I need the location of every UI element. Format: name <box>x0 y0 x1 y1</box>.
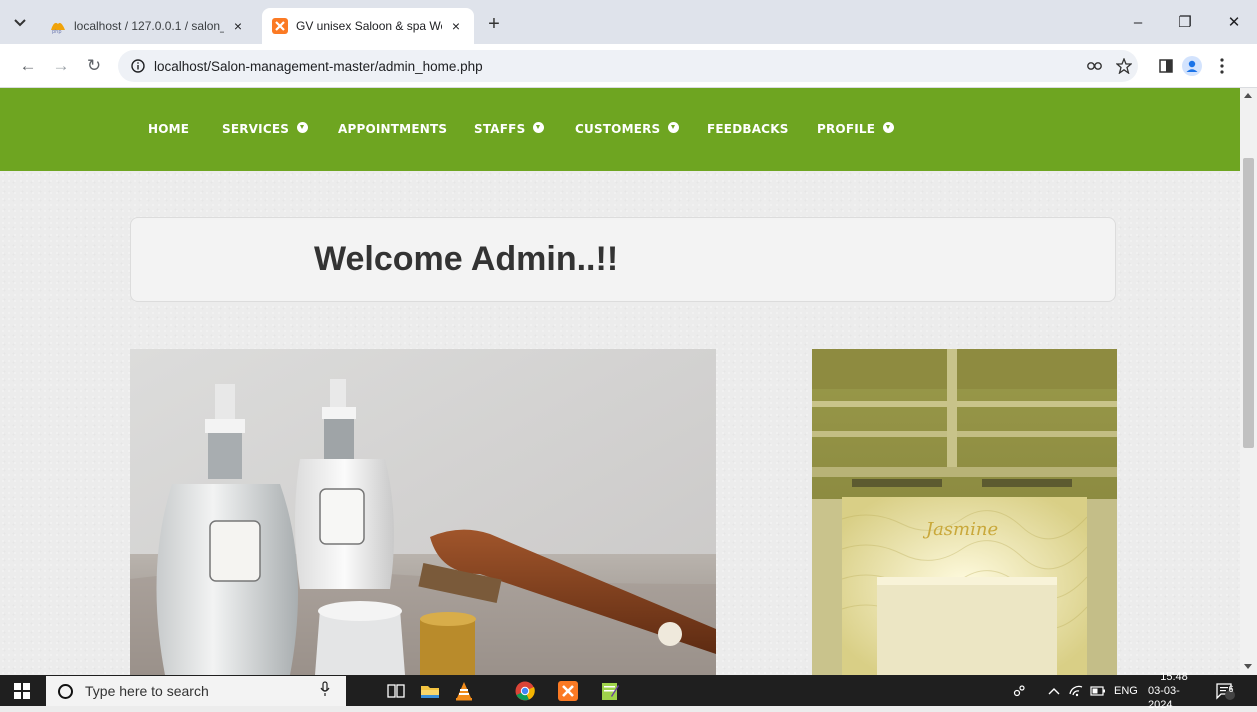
scroll-down-icon[interactable] <box>1244 664 1252 669</box>
clock-time: 15:48 <box>1160 670 1188 683</box>
close-tab-icon[interactable]: × <box>230 18 246 34</box>
welcome-heading: Welcome Admin..!! <box>314 240 619 278</box>
new-tab-button[interactable]: + <box>482 12 506 36</box>
nav-services[interactable]: SERVICES <box>222 121 309 136</box>
search-icon <box>58 683 73 699</box>
dropdown-caret-icon <box>297 121 309 133</box>
back-button[interactable]: ← <box>14 52 42 80</box>
web-page: HOME SERVICES APPOINTMENTS STAFFS CUSTOM… <box>0 88 1240 675</box>
tab-title: localhost / 127.0.0.1 / salon_ma <box>74 19 224 33</box>
bookmark-star-icon[interactable] <box>1110 52 1138 80</box>
nav-appointments[interactable]: APPOINTMENTS <box>338 122 447 136</box>
battery-icon[interactable] <box>1090 675 1106 706</box>
forward-button[interactable]: → <box>47 52 75 80</box>
chevron-down-icon <box>14 19 26 27</box>
page-scrollbar[interactable] <box>1240 88 1257 675</box>
site-navbar: HOME SERVICES APPOINTMENTS STAFFS CUSTOM… <box>0 88 1240 171</box>
wifi-icon[interactable] <box>1068 675 1084 706</box>
nav-profile[interactable]: PROFILE <box>817 121 895 136</box>
dropdown-caret-icon <box>533 121 545 133</box>
notification-center-icon[interactable]: 6 <box>1215 675 1235 706</box>
site-info-icon[interactable] <box>124 59 152 73</box>
password-key-icon[interactable] <box>1082 52 1110 80</box>
nav-profile-label: PROFILE <box>817 122 876 136</box>
jasmine-logo: Jasmine <box>922 519 998 540</box>
nav-staffs[interactable]: STAFFS <box>474 121 545 136</box>
notepad-plus-plus-icon[interactable] <box>598 679 622 703</box>
url-text[interactable]: localhost/Salon-management-master/admin_… <box>154 59 483 74</box>
microphone-icon[interactable] <box>320 680 330 702</box>
tab-phpmyadmin[interactable]: php localhost / 127.0.0.1 / salon_ma × <box>40 8 256 44</box>
task-view-icon[interactable] <box>384 679 408 703</box>
nav-customers-label: CUSTOMERS <box>575 122 661 136</box>
nav-feedbacks[interactable]: FEEDBACKS <box>707 122 789 136</box>
spa-reception-image: Jasmine <box>812 349 1117 675</box>
dropdown-caret-icon <box>668 121 680 133</box>
xampp-icon <box>272 18 288 34</box>
spa-products-image <box>130 349 716 675</box>
nav-staffs-label: STAFFS <box>474 122 526 136</box>
people-icon[interactable] <box>1012 675 1026 706</box>
minimize-button[interactable]: – <box>1118 10 1158 34</box>
windows-start-icon[interactable] <box>10 679 34 703</box>
tab-title: GV unisex Saloon & spa Websit <box>296 19 442 33</box>
clock[interactable]: 15:48 03-03-2024 <box>1148 671 1200 711</box>
reload-button[interactable]: ↻ <box>80 52 108 80</box>
nav-home[interactable]: HOME <box>148 122 189 136</box>
chevron-up-icon[interactable] <box>1048 675 1060 706</box>
nav-feedbacks-label: FEEDBACKS <box>707 122 789 136</box>
nav-customers[interactable]: CUSTOMERS <box>575 121 680 136</box>
scrollbar-thumb[interactable] <box>1243 158 1254 448</box>
address-bar[interactable]: localhost/Salon-management-master/admin_… <box>118 50 1138 82</box>
svg-text:php: php <box>52 29 62 34</box>
more-options-icon[interactable] <box>1208 52 1236 80</box>
search-placeholder: Type here to search <box>85 683 209 699</box>
close-tab-icon[interactable]: × <box>448 18 464 34</box>
dropdown-caret-icon <box>883 121 895 133</box>
taskbar-search[interactable]: Type here to search <box>46 676 346 706</box>
nav-services-label: SERVICES <box>222 122 290 136</box>
file-explorer-icon[interactable] <box>418 679 442 703</box>
side-panel-icon[interactable] <box>1152 52 1180 80</box>
phpmyadmin-icon: php <box>50 18 66 35</box>
profile-avatar-icon[interactable] <box>1178 52 1206 80</box>
welcome-panel: Welcome Admin..!! <box>130 217 1116 302</box>
browser-tab-strip: php localhost / 127.0.0.1 / salon_ma × G… <box>0 0 1257 44</box>
browser-toolbar: ← → ↻ localhost/Salon-management-master/… <box>0 44 1257 88</box>
chrome-icon[interactable] <box>513 679 537 703</box>
nav-appointments-label: APPOINTMENTS <box>338 122 448 136</box>
close-window-button[interactable]: ✕ <box>1214 10 1254 34</box>
tab-gv-saloon[interactable]: GV unisex Saloon & spa Websit × <box>262 8 474 44</box>
language-indicator[interactable]: ENG <box>1114 675 1138 706</box>
restore-button[interactable]: ❐ <box>1165 10 1205 34</box>
clock-date: 03-03-2024 <box>1148 684 1180 711</box>
scroll-up-icon[interactable] <box>1244 93 1252 98</box>
windows-taskbar: Type here to search ENG 15:48 03-03-2024… <box>0 671 1257 711</box>
notification-count: 6 <box>1228 684 1234 694</box>
xampp-icon[interactable] <box>556 679 580 703</box>
vlc-icon[interactable] <box>452 679 476 703</box>
nav-home-label: HOME <box>148 122 190 136</box>
tab-search-button[interactable] <box>8 12 32 34</box>
